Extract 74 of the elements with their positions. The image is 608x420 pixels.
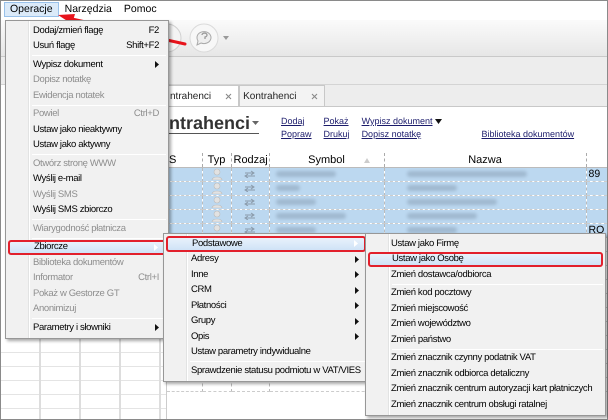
menu-item[interactable]: Wyślij e-mail — [8, 172, 166, 187]
two-way-arrow-icon — [244, 226, 256, 234]
two-way-arrow-icon — [244, 170, 256, 178]
column-header[interactable]: Nazwa — [384, 153, 586, 167]
menu-item[interactable]: Sprawdzenie statusu podmiotu w VAT/VIES — [166, 363, 366, 378]
blurred-text — [406, 227, 456, 233]
table-row[interactable] — [167, 181, 607, 195]
menu-bar-item[interactable]: Pomoc — [118, 2, 163, 17]
menu-item[interactable]: Podstawowe — [166, 236, 366, 252]
menu-item[interactable]: Adresy — [166, 252, 366, 267]
menu-item[interactable]: Inne — [166, 267, 366, 282]
menu-item[interactable]: Zbiorcze — [8, 240, 166, 255]
menu-item[interactable]: Zmień kod pocztowy — [368, 286, 603, 301]
menu-item[interactable]: Grupy — [166, 314, 366, 329]
menu-item[interactable]: Ustaw parametry indywidualne — [166, 344, 366, 360]
table-row[interactable] — [167, 209, 607, 223]
menu-item[interactable]: Zmień województwo — [368, 316, 603, 332]
blurred-text — [276, 227, 316, 233]
two-way-arrow-icon — [244, 198, 256, 206]
person-icon — [210, 196, 222, 208]
menu-item[interactable]: Zmień znacznik centrum obsługi ratalnej — [368, 397, 603, 412]
menu-item[interactable]: Usuń flagę Shift+F2 — [8, 38, 166, 54]
column-header[interactable]: Symbol — [269, 153, 384, 167]
blurred-text — [406, 185, 456, 191]
person-icon — [210, 168, 222, 180]
table-row[interactable]: 89 — [167, 167, 607, 181]
menu-item[interactable]: Wypisz dokument — [8, 57, 166, 72]
menu-item[interactable]: Dodaj/zmień flagę F2 — [8, 23, 166, 38]
menu-item[interactable]: Ustaw jako Osobę — [368, 252, 603, 267]
tab[interactable]: Kontrahenci — [239, 85, 325, 106]
menu-item[interactable]: Zmień znacznik czynny podatnik VAT — [368, 350, 603, 366]
table-row[interactable] — [167, 195, 607, 209]
blurred-text — [406, 213, 476, 219]
action-link[interactable]: Dopisz notatkę — [362, 128, 442, 141]
action-link[interactable]: Biblioteka dokumentów — [482, 128, 574, 141]
column-header[interactable]: Rodzaj — [231, 153, 269, 167]
menu-item[interactable]: Płatności — [166, 298, 366, 314]
menu-item[interactable]: Zmień miejscowość — [368, 301, 603, 316]
menu-item[interactable]: Wyślij SMS zbiorczo — [8, 202, 166, 218]
two-way-arrow-icon — [244, 184, 256, 192]
page-title: ntrahenci — [169, 113, 250, 133]
column-header[interactable]: S — [167, 153, 202, 167]
table-cell: RO — [588, 224, 604, 236]
tab[interactable]: ntrahenci — [167, 85, 240, 106]
menu-bar-item[interactable]: Narzędzia — [58, 2, 118, 17]
menu-item[interactable]: Parametry i słowniki — [8, 320, 166, 336]
menu-item[interactable]: Ustaw jako nieaktywny — [8, 122, 166, 138]
close-icon[interactable] — [225, 92, 232, 100]
blurred-text — [276, 185, 300, 191]
action-link[interactable]: Drukuj — [324, 128, 350, 141]
action-link[interactable]: Pokaż — [324, 115, 350, 128]
caret-icon[interactable] — [434, 119, 442, 124]
column-header[interactable]: Typ — [202, 153, 231, 167]
menu-item[interactable]: CRM — [166, 282, 366, 298]
menu-item[interactable]: Zmień znacznik centrum autoryzacji kart płatniczych — [368, 382, 603, 397]
action-link[interactable]: Wypisz dokument — [362, 115, 442, 128]
help-bubble-icon[interactable] — [189, 23, 219, 53]
action-link[interactable]: Popraw — [281, 128, 312, 141]
blurred-text — [276, 171, 336, 177]
blurred-text — [276, 199, 316, 205]
menu-bar-item[interactable]: Operacje — [4, 2, 59, 17]
two-way-arrow-icon — [244, 212, 256, 220]
menu-item[interactable]: Zmień znacznik odbiorca detaliczny — [368, 366, 603, 382]
menu-item[interactable]: Zmień państwo — [368, 332, 603, 348]
menu-item[interactable]: Zmień dostawca/odbiorca — [368, 267, 603, 282]
menu-item[interactable]: Ustaw jako Firmę — [368, 236, 603, 252]
action-link[interactable]: Dodaj — [281, 115, 312, 128]
table-cell: 89 — [588, 168, 600, 180]
close-icon[interactable] — [310, 92, 318, 100]
blurred-text — [276, 213, 346, 219]
menu-item[interactable]: Opis — [166, 329, 366, 344]
person-icon — [210, 210, 222, 222]
person-icon — [210, 182, 222, 194]
menu-item[interactable]: Ustaw jako aktywny — [8, 138, 166, 153]
